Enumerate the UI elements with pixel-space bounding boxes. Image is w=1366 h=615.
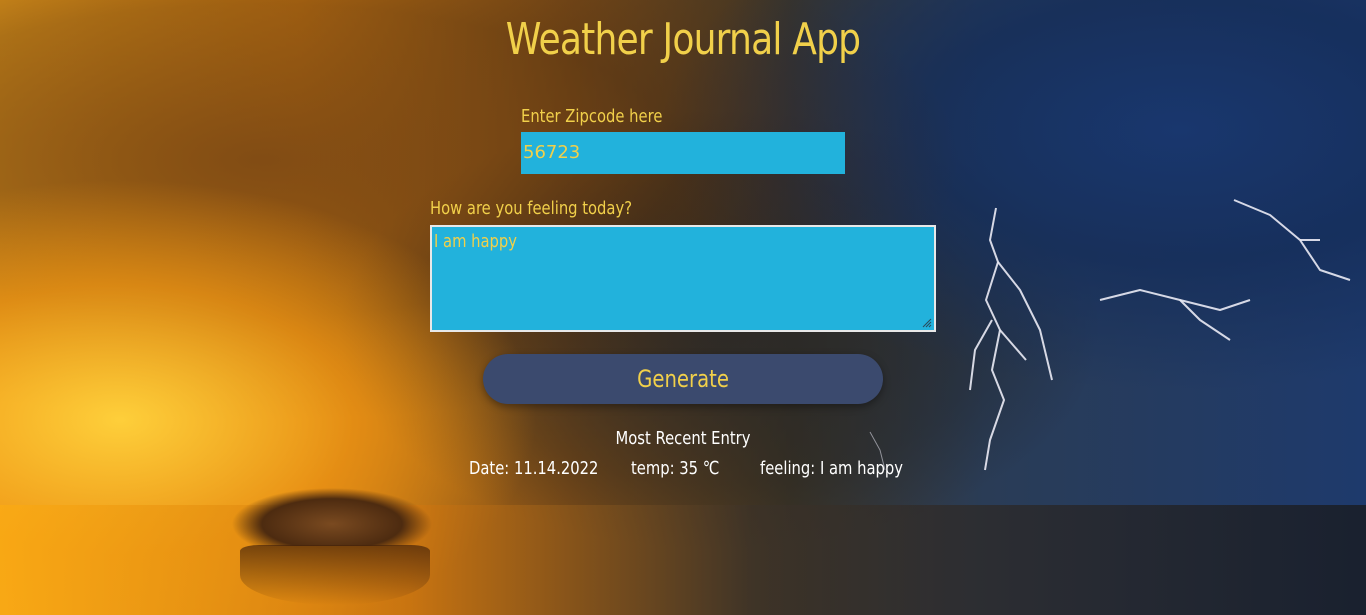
feelings-text: I am happy — [434, 231, 518, 252]
page-content: Weather Journal App Enter Zipcode here 5… — [0, 0, 1366, 615]
zipcode-input[interactable]: 56723 — [521, 132, 845, 174]
entry-feeling: feeling: I am happy — [760, 458, 903, 479]
generate-button[interactable]: Generate — [483, 354, 883, 404]
zipcode-label: Enter Zipcode here — [521, 106, 663, 127]
resize-grip-icon[interactable] — [922, 318, 932, 328]
feelings-label: How are you feeling today? — [430, 198, 633, 219]
page-title: Weather Journal App — [505, 14, 861, 65]
generate-button-label: Generate — [637, 365, 729, 393]
entry-date: Date: 11.14.2022 — [469, 458, 599, 479]
recent-entry-title: Most Recent Entry — [615, 428, 751, 449]
feelings-textarea[interactable]: I am happy — [430, 225, 936, 332]
entry-temp: temp: 35 ℃ — [631, 458, 720, 479]
